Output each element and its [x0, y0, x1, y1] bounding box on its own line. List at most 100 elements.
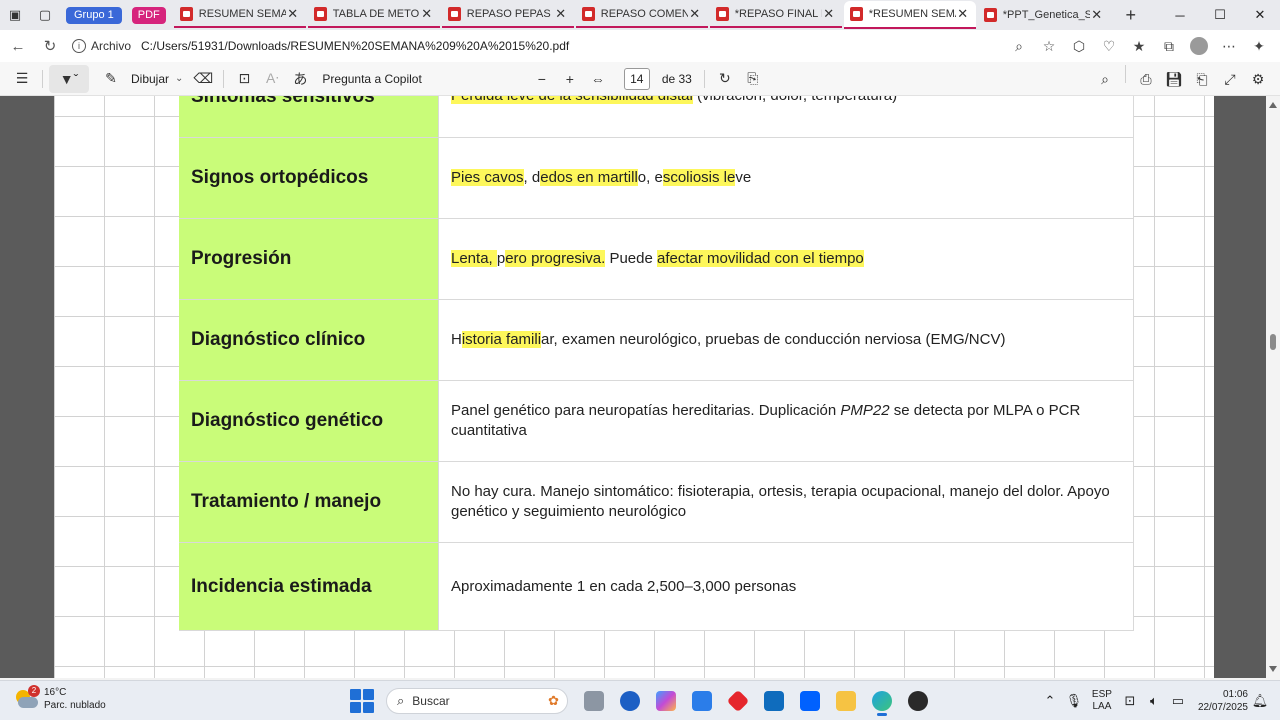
scrollbar-thumb[interactable]	[1270, 334, 1276, 350]
browser-essentials-icon[interactable]: ♡	[1094, 34, 1124, 58]
zoom-out-icon[interactable]: −	[528, 65, 556, 93]
tab-tabla-metodos[interactable]: TABLA DE METODOS ✕	[307, 2, 440, 28]
fullscreen-icon[interactable]: ⤢	[1216, 65, 1244, 93]
maximize-icon[interactable]: ☐	[1200, 0, 1240, 30]
workspaces-icon[interactable]: ▣	[0, 0, 30, 30]
tab-group-chip[interactable]: Grupo 1	[66, 6, 122, 24]
notifications-bell-icon[interactable]: 🔔︎	[1248, 693, 1272, 709]
page-number-input[interactable]: 14	[623, 67, 650, 90]
collections-icon[interactable]: ⧉	[1154, 34, 1184, 58]
battery-icon[interactable]: ▭	[1166, 693, 1190, 709]
draw-icon[interactable]: ✎	[97, 65, 125, 93]
url-text[interactable]: C:/Users/51931/Downloads/RESUMEN%20SEMAN…	[141, 39, 569, 53]
save-icon[interactable]: 💾︎	[1160, 65, 1188, 93]
tab-repaso-comentado[interactable]: REPASO COMENTADO ✕	[575, 2, 708, 28]
page-view-icon[interactable]: ⎘	[739, 65, 767, 93]
close-icon[interactable]: ✕	[822, 6, 836, 22]
text-span: ve	[735, 169, 752, 186]
store-icon[interactable]	[684, 685, 720, 717]
save-as-icon[interactable]: ⎗	[1188, 65, 1216, 93]
system-tray: ⌃ 🎙︎ ESP LAA ⊡ 🔈︎ ▭ 01:06 22/07/2025 🔔︎	[1038, 684, 1272, 718]
volume-icon[interactable]: 🔈︎	[1142, 693, 1166, 709]
search-icon[interactable]: ⌕	[1091, 65, 1119, 93]
more-menu-icon[interactable]: ⋯	[1214, 34, 1244, 58]
settings-gear-icon[interactable]: ⚙	[1244, 65, 1272, 93]
table-row: Incidencia estimada Aproximadamente 1 en…	[179, 543, 1134, 631]
tab-ppt-genetica[interactable]: *PPT_Genetica_SEM ✕	[978, 2, 1110, 28]
minimize-icon[interactable]: ─	[1160, 0, 1200, 30]
ask-copilot-button[interactable]: Pregunta a Copilot	[322, 72, 421, 86]
row-label: Diagnóstico clínico	[179, 300, 439, 380]
pdf-viewport[interactable]: Síntomas sensitivos Pérdida leve de la s…	[0, 96, 1266, 678]
extensions-icon[interactable]: ⬡	[1064, 34, 1094, 58]
tab-actions-icon[interactable]: ▢	[30, 0, 60, 30]
microphone-icon[interactable]: 🎙︎	[1062, 693, 1086, 709]
row-value: Historia familiar, examen neurológico, p…	[439, 300, 1134, 380]
draw-label[interactable]: Dibujar	[131, 72, 169, 86]
close-icon[interactable]: ✕	[554, 6, 568, 22]
refresh-icon[interactable]: ↻	[36, 32, 64, 60]
favorite-star-icon[interactable]: ☆	[1034, 34, 1064, 58]
table-row: Diagnóstico genético Panel genético para…	[179, 381, 1134, 462]
highlighted-text: Pérdida leve de la sensibilidad distal	[451, 96, 693, 104]
fit-page-icon[interactable]: ⇔	[584, 65, 612, 93]
close-window-icon[interactable]: ✕	[1240, 0, 1280, 30]
lang-code: ESP	[1091, 689, 1112, 700]
vertical-scrollbar[interactable]	[1266, 96, 1280, 678]
row-value: No hay cura. Manejo sintomático: fisiote…	[439, 462, 1134, 542]
windows-start-icon[interactable]	[350, 689, 374, 713]
edge-browser-icon[interactable]	[864, 685, 900, 717]
info-icon[interactable]: i	[72, 39, 86, 53]
outlook-icon[interactable]	[756, 685, 792, 717]
tab-resumen-semana[interactable]: RESUMEN SEMANA ✕	[173, 2, 306, 28]
taskbar-search[interactable]: ⌕ Buscar ✿	[386, 688, 568, 714]
table-row: Signos ortopédicos Pies cavos, dedos en …	[179, 138, 1134, 219]
file-explorer-icon[interactable]	[828, 685, 864, 717]
close-icon[interactable]: ✕	[956, 6, 970, 22]
favorites-icon[interactable]: ★	[1124, 34, 1154, 58]
back-arrow-icon[interactable]: ←	[4, 32, 32, 60]
zoom-in-icon[interactable]: +	[556, 65, 584, 93]
print-icon[interactable]: ⎙	[1132, 65, 1160, 93]
hp-app-icon[interactable]	[612, 685, 648, 717]
address-actions: ⌕ ☆ ⬡ ♡ ★ ⧉ ⋯ ✦	[1004, 34, 1274, 58]
highlight-icon[interactable]: ▼ˇ	[49, 64, 89, 93]
new-tab-button[interactable]: +	[1118, 5, 1144, 26]
tab-repaso-pepas[interactable]: REPASO PEPAS MT ✕	[441, 2, 574, 28]
profile-avatar[interactable]	[1190, 37, 1208, 55]
table-row: Síntomas sensitivos Pérdida leve de la s…	[179, 96, 1134, 138]
translate-icon[interactable]: あ	[286, 65, 314, 93]
close-icon[interactable]: ✕	[286, 6, 300, 22]
rotate-icon[interactable]: ↻	[711, 65, 739, 93]
tab-repaso-final[interactable]: *REPASO FINAL MT ✕	[709, 2, 842, 28]
network-icon[interactable]: ⊡	[1118, 693, 1142, 709]
eraser-icon[interactable]: ⌫	[189, 65, 217, 93]
pdf-toolbar-right: ⌕ ⎙ 💾︎ ⎗ ⤢ ⚙	[1091, 65, 1272, 93]
chatgpt-icon[interactable]	[900, 685, 936, 717]
chevron-down-icon[interactable]: ⌄	[175, 73, 183, 84]
tab-resumen-semana-active[interactable]: *RESUMEN SEMANA ✕	[843, 1, 976, 29]
zoom-icon[interactable]: ⌕	[1004, 34, 1034, 58]
copilot-app-icon[interactable]	[648, 685, 684, 717]
chevron-up-icon[interactable]: ⌃	[1038, 693, 1062, 709]
keyboard-layout: LAA	[1092, 701, 1112, 712]
contents-list-icon[interactable]: ☰	[8, 65, 36, 93]
scroll-up-icon[interactable]	[1269, 102, 1277, 108]
pdf-group-chip[interactable]: PDF	[131, 6, 166, 24]
language-indicator[interactable]: ESP LAA	[1092, 689, 1112, 713]
close-icon[interactable]: ✕	[1090, 7, 1104, 23]
copilot-icon[interactable]: ✦	[1244, 34, 1274, 58]
url-field[interactable]: i Archivo C:/Users/51931/Downloads/RESUM…	[72, 34, 1052, 58]
close-icon[interactable]: ✕	[420, 6, 434, 22]
close-icon[interactable]: ✕	[688, 6, 702, 22]
task-view-icon[interactable]	[576, 685, 612, 717]
dropbox-icon[interactable]	[792, 685, 828, 717]
notification-badge: 2	[28, 685, 40, 697]
scroll-down-icon[interactable]	[1269, 666, 1277, 672]
text-box-icon[interactable]: ⊡	[230, 65, 258, 93]
read-aloud-icon[interactable]: Aᐧ	[258, 65, 286, 93]
clock[interactable]: 01:06 22/07/2025	[1198, 688, 1248, 714]
text-span: (vibración, dolor, temperatura)	[693, 96, 897, 104]
anydesk-icon[interactable]	[720, 685, 756, 717]
weather-widget[interactable]: 2 16°C Parc. nublado	[14, 685, 106, 712]
